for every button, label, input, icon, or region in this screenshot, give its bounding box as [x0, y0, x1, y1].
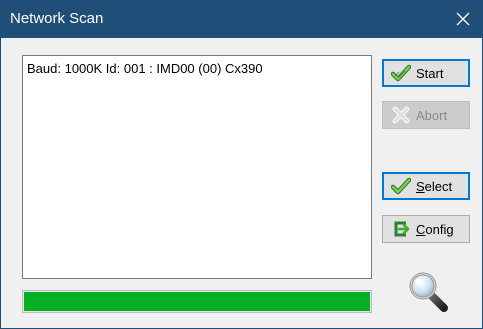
window-title: Network Scan — [10, 10, 104, 27]
network-scan-window: Network Scan Baud: 1000K Id: 001 : IMD00… — [0, 0, 483, 329]
select-button-label: Select — [416, 179, 452, 194]
scan-progress-bar — [22, 290, 372, 313]
start-button-label: Start — [416, 66, 444, 81]
config-button-label: Config — [416, 222, 454, 237]
green-checkmark-icon — [391, 64, 411, 82]
close-button[interactable] — [442, 1, 482, 38]
select-label-rest: elect — [424, 179, 453, 194]
config-button[interactable]: Config — [382, 215, 470, 243]
list-item[interactable]: Baud: 1000K Id: 001 : IMD00 (00) Cx390 — [27, 61, 263, 77]
magnifying-glass-icon — [409, 272, 448, 312]
config-label-rest: onfig — [425, 222, 454, 237]
dialog-body: Baud: 1000K Id: 001 : IMD00 (00) Cx390 S… — [1, 38, 482, 328]
abort-button-label: Abort — [416, 108, 448, 123]
select-button[interactable]: Select — [382, 172, 470, 200]
close-icon — [456, 12, 470, 26]
select-mnemonic: S — [416, 179, 425, 194]
abort-button[interactable]: Abort — [382, 101, 470, 129]
title-bar[interactable]: Network Scan — [1, 1, 482, 38]
green-arrow-icon — [394, 221, 410, 237]
progress-fill — [24, 292, 370, 311]
green-checkmark-icon — [391, 177, 411, 195]
start-button[interactable]: Start — [382, 59, 470, 87]
x-mark-icon — [392, 106, 410, 124]
scan-results-list[interactable]: Baud: 1000K Id: 001 : IMD00 (00) Cx390 — [22, 55, 372, 279]
config-mnemonic: C — [416, 222, 426, 237]
